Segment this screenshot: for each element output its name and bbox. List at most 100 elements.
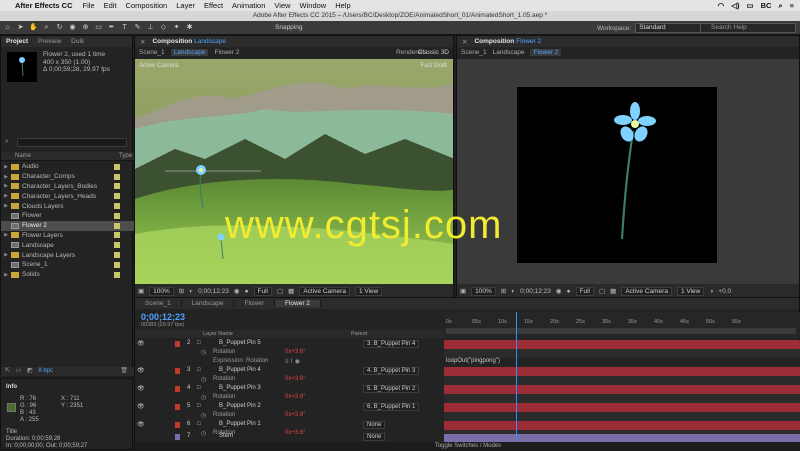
region-icon[interactable]: ▢ [277, 287, 283, 295]
stopwatch-icon[interactable]: ◷ [201, 430, 206, 437]
property-value[interactable]: 0x+3.6° [285, 349, 306, 355]
property-row[interactable]: ◷ Rotation 0x+3.6° [135, 430, 443, 439]
list-item[interactable]: Landscape [1, 240, 134, 250]
expand-icon[interactable]: ▶ [1, 232, 11, 238]
tab-landscape[interactable]: Landscape [182, 300, 235, 307]
parent-select[interactable]: None [363, 421, 386, 429]
trash-icon[interactable]: 🗑 [120, 367, 128, 376]
label-swatch[interactable] [175, 434, 180, 440]
layer-name[interactable]: B_Puppet Pin 3 [219, 385, 261, 391]
property-row[interactable]: ◷ Rotation 0x+3.6° [135, 394, 443, 403]
menu-layer[interactable]: Layer [176, 1, 195, 10]
list-item[interactable]: Scene_1 [1, 260, 134, 270]
resolution-select[interactable]: Full [253, 286, 272, 296]
pen-tool-icon[interactable]: ✒ [106, 23, 117, 33]
list-item[interactable]: ▶ Clouds Layers [1, 201, 134, 211]
channel-icon[interactable]: ● [245, 288, 249, 295]
zoom-select[interactable]: 100% [149, 286, 174, 296]
eraser-tool-icon[interactable]: ◇ [158, 23, 169, 33]
work-area-bar[interactable] [446, 328, 796, 334]
parent-select[interactable]: 5. B_Puppet Pin 2 [363, 385, 420, 393]
expand-icon[interactable]: ▶ [1, 164, 11, 170]
comp1-panel-comp[interactable]: Landscape [194, 38, 226, 45]
tab-flower[interactable]: Flower [234, 300, 275, 307]
list-item[interactable]: ▶ Character_Layers_Bodies [1, 182, 134, 192]
layer-name[interactable]: B_Puppet Pin 4 [219, 367, 261, 373]
visibility-icon[interactable]: 👁 [137, 340, 145, 347]
current-time[interactable]: 0;00;12;23 [141, 312, 185, 322]
property-track[interactable] [444, 412, 800, 421]
comp1-canvas[interactable]: Active Camera Fast Draft [135, 59, 453, 284]
stopwatch-icon[interactable]: ◷ [201, 394, 206, 401]
always-preview-icon[interactable]: ▣ [460, 287, 466, 295]
channel-icon[interactable]: ● [567, 288, 571, 295]
list-item[interactable]: ▶ Landscape Layers [1, 250, 134, 260]
label-swatch[interactable] [175, 386, 180, 392]
type-tool-icon[interactable]: T [119, 23, 130, 33]
timecode-display[interactable]: 0;00;12;23 [198, 288, 229, 295]
list-item[interactable]: ▶ Solids [1, 270, 134, 280]
comp2-panel-comp[interactable]: Flower 2 [516, 38, 541, 45]
expression-row[interactable]: Expression: Rotation ≡ ⌇ ◉ [135, 358, 443, 367]
col-parent[interactable]: Parent [351, 331, 367, 337]
time-ruler[interactable]: 0s 05s 10s 15s 20s 25s 30s 35s 40s 45s 5… [444, 312, 800, 338]
layer-name[interactable]: B_Puppet Pin 5 [219, 340, 261, 346]
tab-preview[interactable]: Preview [33, 38, 66, 45]
list-item[interactable]: ▶ Audio [1, 162, 134, 172]
label-swatch[interactable] [175, 404, 180, 410]
search-icon[interactable]: ⌕ [778, 1, 782, 11]
expand-icon[interactable]: ▶ [1, 203, 11, 209]
property-row[interactable]: ◷ Rotation 0x+3.6° [135, 349, 443, 358]
property-value[interactable]: 0x+3.6° [285, 412, 306, 418]
expand-icon[interactable]: ▶ [1, 252, 11, 258]
expand-icon[interactable]: ▶ [1, 272, 11, 278]
parent-select[interactable]: 4. B_Puppet Pin 3 [363, 367, 420, 375]
pan-behind-icon[interactable]: ⊕ [80, 23, 91, 33]
selection-tool-icon[interactable]: ➤ [15, 23, 26, 33]
layer-row[interactable]: 👁 6 □ B_Puppet Pin 1 None [135, 421, 443, 430]
menu-window[interactable]: Window [300, 1, 327, 10]
grid-icon[interactable]: ⊞ [501, 287, 506, 295]
camera-select[interactable]: Active Camera [299, 286, 350, 296]
project-search-input[interactable] [17, 138, 127, 147]
tab-scene1[interactable]: Scene_1 [135, 300, 182, 307]
crumb-flower2[interactable]: Flower 2 [214, 49, 239, 56]
list-item[interactable]: ▶ Flower Layers [1, 231, 134, 241]
wifi-icon[interactable]: ◠ [718, 1, 725, 10]
roto-tool-icon[interactable]: ✦ [171, 23, 182, 33]
interpret-footage-icon[interactable]: ⇱ [5, 368, 10, 374]
layer-name[interactable]: B_Puppet Pin 1 [219, 421, 261, 427]
region-icon[interactable]: ▢ [599, 287, 605, 295]
hand-tool-icon[interactable]: ✋ [28, 23, 39, 33]
layer-duration-bar[interactable] [444, 367, 800, 376]
expand-icon[interactable]: ▶ [1, 183, 11, 189]
layer-row[interactable]: 👁 4 □ B_Puppet Pin 3 5. B_Puppet Pin 2 [135, 385, 443, 394]
visibility-icon[interactable]: 👁 [137, 421, 145, 428]
view-layout-select[interactable]: 1 View [676, 286, 705, 296]
search-help-input[interactable]: Search Help [700, 23, 796, 33]
mask-visibility-icon[interactable]: ◐ [511, 288, 515, 295]
menu-composition[interactable]: Composition [126, 1, 168, 10]
expand-icon[interactable]: ▶ [1, 193, 11, 199]
volume-icon[interactable]: ◁) [731, 1, 739, 10]
transparency-icon[interactable]: ▦ [288, 287, 294, 295]
renderer-value[interactable]: Classic 3D [418, 49, 449, 56]
zoom-tool-icon[interactable]: ⌕ [41, 23, 52, 33]
list-icon[interactable]: ≡ [790, 1, 794, 10]
expand-icon[interactable]: ▶ [1, 174, 11, 180]
layer-row[interactable]: 👁 3 □ B_Puppet Pin 4 4. B_Puppet Pin 3 [135, 367, 443, 376]
visibility-icon[interactable]: 👁 [137, 385, 145, 392]
col-layer-name[interactable]: Layer Name [203, 331, 233, 337]
layer-duration-bar[interactable] [444, 403, 800, 412]
layer-row[interactable]: 👁 2 □ B_Puppet Pin 5 3. B_Puppet Pin 4 [135, 340, 443, 349]
puppet-tool-icon[interactable]: ✱ [184, 23, 195, 33]
expression-controls-icon[interactable]: ≡ ⌇ ◉ [285, 358, 300, 365]
property-track[interactable] [444, 349, 800, 358]
property-track[interactable] [444, 376, 800, 385]
resolution-select[interactable]: Full [575, 286, 594, 296]
stamp-tool-icon[interactable]: ⊥ [145, 23, 156, 33]
user-name[interactable]: BC [761, 1, 772, 10]
grid-icon[interactable]: ⊞ [179, 287, 184, 295]
layer-row[interactable]: 👁 5 □ B_Puppet Pin 2 6. B_Puppet Pin 1 [135, 403, 443, 412]
layer-duration-bar[interactable] [444, 434, 800, 442]
